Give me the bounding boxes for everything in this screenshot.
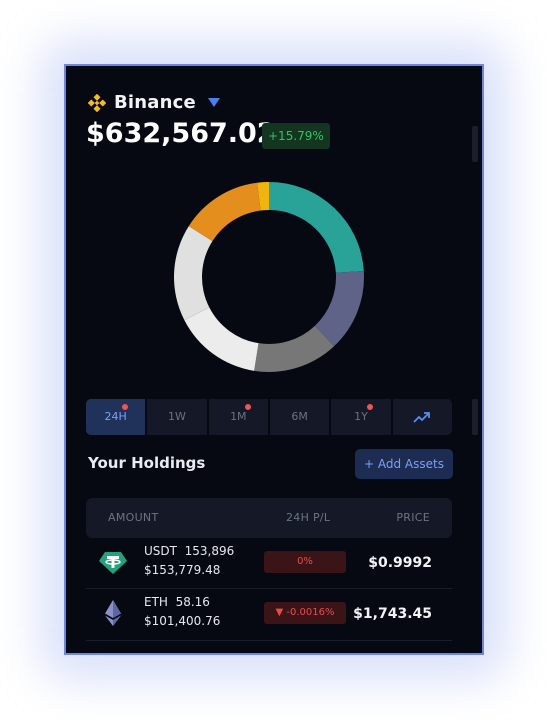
scroll-edge-bottom bbox=[472, 399, 478, 435]
tab-6m[interactable]: 6M bbox=[270, 399, 332, 435]
total-balance: $632,567.02 bbox=[86, 118, 276, 149]
coin-symbol: ETH bbox=[144, 595, 168, 609]
coin-symbol-quantity: USDT 153,896 bbox=[144, 544, 234, 558]
coin-value: $153,779.48 bbox=[144, 563, 221, 577]
period-tab-label: 1Y bbox=[354, 410, 368, 423]
chart-view-button[interactable] bbox=[393, 399, 452, 435]
column-amount: AMOUNT bbox=[108, 511, 159, 524]
donut-segment[interactable] bbox=[174, 226, 213, 321]
donut-segment[interactable] bbox=[269, 182, 364, 273]
portfolio-card: Binance $632,567.02 +15.79% 24H 1W 1M 6M… bbox=[64, 64, 484, 655]
holding-row-eth[interactable]: ETH 58.16 $101,400.76 ▼ -0.0016% $1,743.… bbox=[86, 589, 452, 639]
scroll-edge-top bbox=[472, 126, 478, 162]
holdings-table-header: AMOUNT 24H P/L PRICE bbox=[86, 498, 452, 538]
trending-up-icon bbox=[413, 412, 431, 423]
notification-dot bbox=[122, 404, 128, 410]
tab-1y[interactable]: 1Y bbox=[331, 399, 393, 435]
coin-quantity: 58.16 bbox=[175, 595, 210, 609]
donut-segment[interactable] bbox=[188, 182, 261, 242]
donut-segment[interactable] bbox=[184, 307, 259, 371]
balance-change-badge: +15.79% bbox=[262, 123, 330, 149]
holdings-title: Your Holdings bbox=[88, 454, 206, 472]
coin-price: $0.9992 bbox=[368, 555, 432, 571]
coin-symbol: USDT bbox=[144, 544, 177, 558]
period-tab-label: 6M bbox=[291, 410, 308, 423]
tether-icon bbox=[99, 552, 127, 574]
tab-24h[interactable]: 24H bbox=[86, 399, 148, 435]
exchange-name: Binance bbox=[114, 92, 196, 113]
add-assets-button[interactable]: + Add Assets bbox=[355, 449, 453, 479]
ethereum-icon bbox=[105, 600, 121, 626]
notification-dot bbox=[244, 404, 251, 410]
column-price: PRICE bbox=[396, 511, 430, 524]
column-24h-pl: 24H P/L bbox=[286, 511, 331, 524]
pl-badge: ▼ -0.0016% bbox=[264, 602, 346, 624]
period-tab-label: 1W bbox=[168, 410, 186, 423]
coin-value: $101,400.76 bbox=[144, 614, 221, 628]
caret-down-icon[interactable] bbox=[207, 98, 220, 107]
allocation-donut-chart[interactable] bbox=[172, 180, 366, 374]
notification-dot bbox=[367, 404, 374, 410]
pl-badge: 0% bbox=[264, 551, 346, 573]
period-tab-label: 1M bbox=[230, 410, 247, 423]
period-selector: 24H 1W 1M 6M 1Y bbox=[86, 399, 452, 435]
period-tab-label: 24H bbox=[104, 410, 127, 423]
coin-symbol-quantity: ETH 58.16 bbox=[144, 595, 210, 609]
tab-1m[interactable]: 1M bbox=[209, 399, 270, 435]
tab-1w[interactable]: 1W bbox=[147, 399, 209, 435]
row-divider bbox=[86, 640, 452, 641]
holding-row-usdt[interactable]: USDT 153,896 $153,779.48 0% $0.9992 bbox=[86, 538, 452, 588]
coin-quantity: 153,896 bbox=[184, 544, 235, 558]
binance-diamond-icon bbox=[88, 93, 106, 112]
exchange-selector[interactable]: Binance bbox=[88, 92, 220, 113]
coin-price: $1,743.45 bbox=[353, 606, 432, 622]
